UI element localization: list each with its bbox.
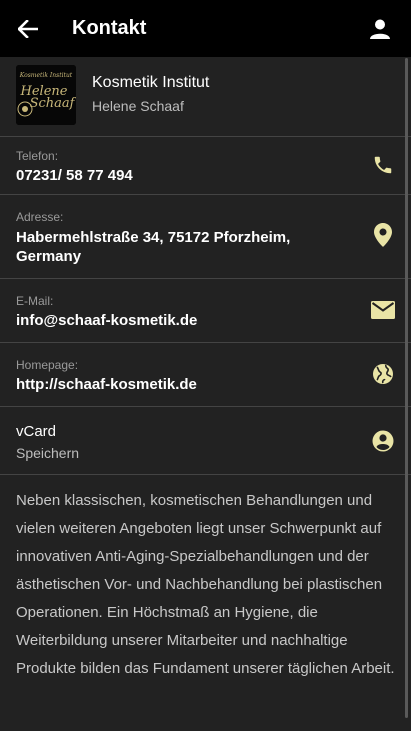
homepage-row[interactable]: Homepage: http://schaaf-kosmetik.de xyxy=(0,342,411,406)
location-pin-icon[interactable] xyxy=(371,223,395,247)
business-logo: Kosmetik Institut Helene Schaaf xyxy=(16,65,76,125)
person-icon[interactable] xyxy=(368,17,392,41)
business-owner: Helene Schaaf xyxy=(92,98,184,114)
phone-value[interactable]: 07231/ 58 77 494 xyxy=(16,166,336,185)
profile-text: Kosmetik Institut Helene Schaaf xyxy=(92,74,209,114)
svg-text:Schaaf: Schaaf xyxy=(30,96,76,111)
app-bar: Kontakt xyxy=(0,0,411,57)
page-title: Kontakt xyxy=(72,17,147,39)
vcard-title: vCard xyxy=(16,423,57,440)
description-text: Neben klassischen, kosmetischen Behandlu… xyxy=(16,492,395,677)
svg-text:Kosmetik Institut: Kosmetik Institut xyxy=(19,72,73,79)
globe-icon[interactable] xyxy=(371,362,395,386)
vcard-row[interactable]: vCard Speichern xyxy=(0,406,411,475)
vcard-save-label[interactable]: Speichern xyxy=(16,445,79,461)
phone-label: Telefon: xyxy=(16,149,59,163)
email-row[interactable]: E-Mail: info@schaaf-kosmetik.de xyxy=(0,278,411,342)
business-name: Kosmetik Institut xyxy=(92,74,210,91)
address-row[interactable]: Adresse: Habermehlstraße 34, 75172 Pforz… xyxy=(0,194,411,278)
address-label: Adresse: xyxy=(16,210,64,224)
address-value[interactable]: Habermehlstraße 34, 75172 Pforzheim, Ger… xyxy=(16,228,336,266)
email-value[interactable]: info@schaaf-kosmetik.de xyxy=(16,311,336,330)
mail-icon[interactable] xyxy=(371,298,395,322)
scrollbar[interactable] xyxy=(405,58,408,718)
phone-icon[interactable] xyxy=(371,153,395,177)
email-label: E-Mail: xyxy=(16,294,54,308)
homepage-label: Homepage: xyxy=(16,358,79,372)
homepage-value[interactable]: http://schaaf-kosmetik.de xyxy=(16,375,336,394)
phone-row[interactable]: Telefon: 07231/ 58 77 494 xyxy=(0,136,411,194)
arrow-back-icon[interactable] xyxy=(17,18,39,40)
account-circle-icon[interactable] xyxy=(371,429,395,453)
profile-header: Kosmetik Institut Helene Schaaf Kosmetik… xyxy=(0,57,411,136)
contact-content[interactable]: Kosmetik Institut Helene Schaaf Kosmetik… xyxy=(0,57,411,731)
